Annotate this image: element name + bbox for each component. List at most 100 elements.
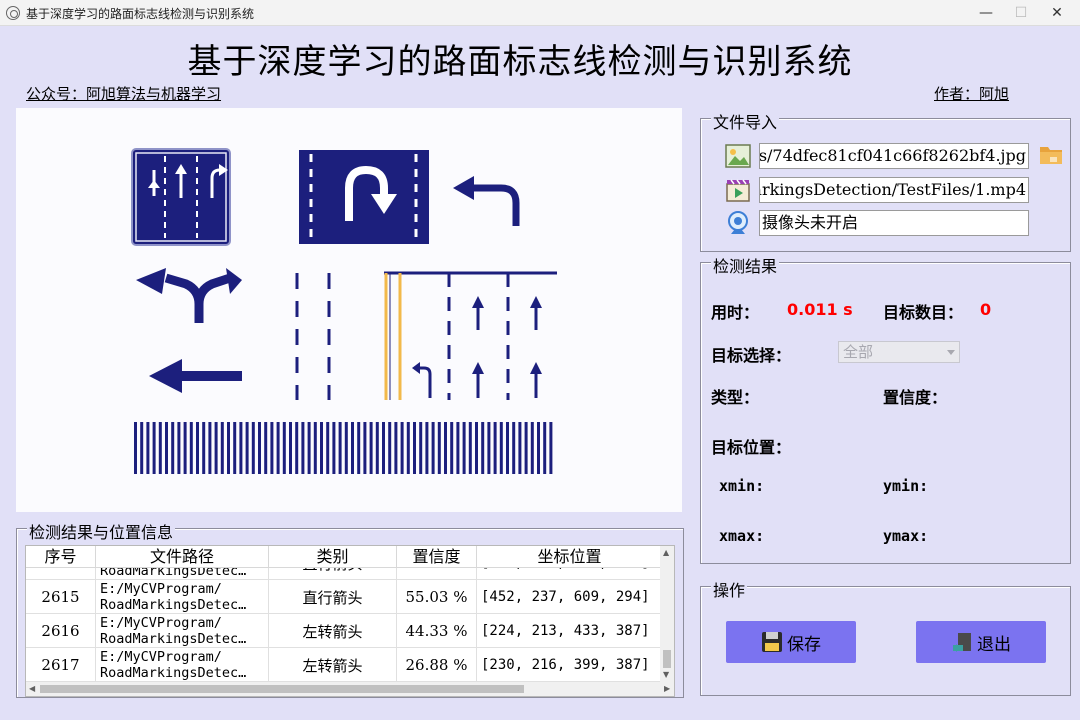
cell-id: 2617 <box>26 648 96 682</box>
operations-title: 操作 <box>711 577 748 601</box>
target-select-label: 目标选择： <box>711 346 792 365</box>
cell-coordinates: [452, 237, 609, 294] <box>481 589 650 605</box>
save-button-label: 保存 <box>787 634 821 655</box>
file-import-title: 文件导入 <box>711 109 780 133</box>
image-display <box>16 108 682 512</box>
zebra-stripe <box>444 422 447 474</box>
zebra-stripe <box>202 422 206 474</box>
zebra-stripe <box>351 422 354 474</box>
public-account-label: 公众号：阿旭算法与机器学习 <box>26 85 222 103</box>
cell-id: 2614 <box>26 568 96 580</box>
video-path-field[interactable]: E:/MyCVProgram/RoadMarkingsDetection/Tes… <box>759 177 1029 203</box>
cell-confidence: 55.03 % <box>397 568 477 580</box>
zebra-stripe <box>258 422 261 474</box>
column-header-coordinates[interactable]: 坐标位置 <box>477 546 662 568</box>
target-count-label: 目标数目： <box>883 303 964 322</box>
zebra-stripe <box>295 422 299 474</box>
exit-button[interactable]: 退出 <box>916 621 1046 663</box>
zebra-stripe <box>419 422 423 474</box>
page-title: 基于深度学习的路面标志线检测与识别系统 <box>187 42 853 82</box>
video-icon[interactable] <box>725 177 751 203</box>
zebra-stripe <box>481 422 485 474</box>
zebra-stripe <box>332 422 336 474</box>
scroll-up-icon[interactable]: ▲ <box>663 548 669 557</box>
zebra-stripe <box>196 422 199 474</box>
cell-coordinates: [230, 216, 399, 387] <box>481 657 650 673</box>
zebra-stripe <box>165 422 168 474</box>
column-header-confidence[interactable]: 置信度 <box>397 546 477 568</box>
time-value: 0.011 s <box>787 300 853 319</box>
confidence-label: 置信度： <box>883 388 948 407</box>
window-title: 基于深度学习的路面标志线检测与识别系统 <box>26 7 255 21</box>
zebra-stripe <box>239 422 243 474</box>
zebra-stripe <box>499 422 503 474</box>
zebra-stripe <box>524 422 528 474</box>
cell-class: 左转箭头 <box>269 648 397 682</box>
scroll-down-icon[interactable]: ▼ <box>663 670 669 679</box>
table-body: 2614E:/MyCVProgram/RoadMarkingsDetec…直行箭… <box>26 568 662 682</box>
cell-class: 直行箭头 <box>269 580 397 614</box>
vertical-scrollbar[interactable]: ▲ ▼ <box>660 546 674 682</box>
horizontal-scroll-thumb[interactable] <box>40 685 524 693</box>
zebra-stripe <box>177 422 181 474</box>
target-count-value: 0 <box>980 300 992 319</box>
zebra-stripe <box>475 422 478 474</box>
file-import-panel: 文件导入 E:/MyCVProgram/RoadMarkingsDetectio… <box>700 109 1071 252</box>
table-row[interactable]: 2615 E:/MyCVProgram/RoadMarkingsDetec… 直行箭… <box>26 580 662 614</box>
cell-id: 2616 <box>26 614 96 648</box>
zebra-stripe <box>382 422 385 474</box>
cell-path: E:/MyCVProgram/RoadMarkingsDetec… <box>96 580 269 614</box>
cell-path-line-1: E:/MyCVProgram/ <box>100 649 222 665</box>
xmin-label: xmin: <box>719 477 765 495</box>
zebra-stripe <box>326 422 330 474</box>
zebra-stripe <box>301 422 305 474</box>
scroll-right-icon[interactable]: ▶ <box>664 684 670 693</box>
cell-path-line-2: RoadMarkingsDetec… <box>100 597 247 613</box>
target-select-combobox[interactable]: 全部 <box>838 341 960 363</box>
road-markings-image <box>131 148 557 474</box>
column-header-path[interactable]: 文件路径 <box>96 546 269 568</box>
target-position-label: 目标位置： <box>711 438 792 457</box>
zebra-stripe <box>189 422 193 474</box>
zebra-stripe <box>264 422 268 474</box>
zebra-stripe <box>431 422 435 474</box>
column-header-class[interactable]: 类别 <box>269 546 397 568</box>
camera-status-field: 摄像头未开启 <box>759 210 1029 236</box>
table-row[interactable]: 2614E:/MyCVProgram/RoadMarkingsDetec…直行箭… <box>26 568 662 580</box>
zebra-stripe <box>208 422 212 474</box>
horizontal-scrollbar[interactable]: ◀ ▶ <box>26 682 674 696</box>
zebra-stripe <box>233 422 237 474</box>
close-button[interactable]: ✕ <box>1034 0 1080 26</box>
scroll-left-icon[interactable]: ◀ <box>29 684 35 693</box>
zebra-stripe <box>512 422 516 474</box>
camera-icon[interactable] <box>725 210 751 236</box>
zebra-stripe <box>400 422 404 474</box>
image-icon[interactable] <box>725 143 751 169</box>
zebra-stripe <box>487 422 491 474</box>
save-button[interactable]: 保存 <box>726 621 856 663</box>
zebra-stripe <box>251 422 255 474</box>
zebra-stripe <box>320 422 323 474</box>
zebra-stripe <box>220 422 224 474</box>
cell-class: 左转箭头 <box>269 614 397 648</box>
zebra-stripe <box>289 422 292 474</box>
column-header-id[interactable]: 序号 <box>26 546 96 568</box>
exit-button-label: 退出 <box>977 634 1011 655</box>
table-row[interactable]: 2616 E:/MyCVProgram/RoadMarkingsDetec… 左转箭… <box>26 614 662 648</box>
table-row[interactable]: 2617 E:/MyCVProgram/RoadMarkingsDetec… 左转箭… <box>26 648 662 682</box>
zebra-stripe <box>276 422 280 474</box>
zebra-stripe <box>152 422 156 474</box>
vertical-scroll-thumb[interactable] <box>663 650 671 668</box>
zebra-stripe <box>183 422 187 474</box>
image-path-field[interactable]: E:/MyCVProgram/RoadMarkingsDetection/Tes… <box>759 143 1029 169</box>
zebra-stripe <box>158 422 162 474</box>
results-table[interactable]: 2614E:/MyCVProgram/RoadMarkingsDetec…直行箭… <box>25 545 675 697</box>
zebra-stripe <box>549 422 553 474</box>
folder-icon[interactable] <box>1039 143 1063 165</box>
cell-path-line-2: RoadMarkingsDetec… <box>100 568 247 579</box>
zebra-stripe <box>344 422 348 474</box>
cell-id: 2615 <box>26 580 96 614</box>
zebra-stripe <box>506 422 509 474</box>
window-titlebar: 基于深度学习的路面标志线检测与识别系统 — ☐ ✕ <box>0 0 1080 26</box>
zebra-stripe <box>134 422 137 474</box>
